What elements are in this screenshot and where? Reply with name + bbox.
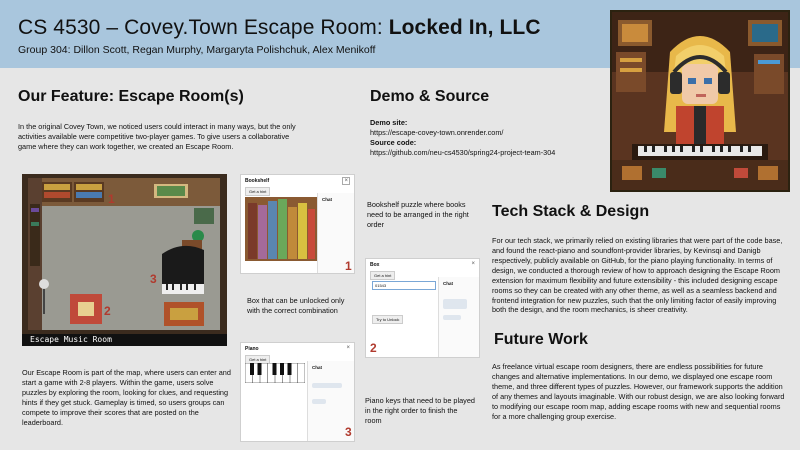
puzzle-number-2: 2 [370,341,377,355]
piano-keys-graphic [245,363,305,383]
combination-input[interactable]: 01543 [372,281,436,290]
feature-heading: Our Feature: Escape Room(s) [18,88,244,105]
future-body: As freelance virtual escape room designe… [492,362,785,421]
poster-title: CS 4530 – Covey.Town Escape Room: Locked… [18,16,541,39]
demo-links: Demo site: https://escape-covey-town.onr… [370,118,600,158]
source-code-label: Source code: [370,137,417,147]
bookshelf-puzzle-panel: Bookshelf × Get a hint Chat 1 [240,174,355,274]
close-icon[interactable]: × [342,177,350,185]
map-drawing [22,174,227,334]
bookshelf-panel-title: Bookshelf [245,178,270,184]
try-to-unlock-button[interactable]: Try to Unlock [372,315,404,324]
bookshelf-caption: Bookshelf puzzle where books need to be … [367,200,469,229]
chat-message [312,399,326,404]
map-caption: Escape Music Room [22,334,227,346]
feature-description: Our Escape Room is part of the map, wher… [22,368,231,427]
get-hint-button[interactable]: Get a hint [370,271,396,280]
tech-body: For our tech stack, we primarily relied … [492,236,783,315]
tech-heading: Tech Stack & Design [492,203,650,220]
demo-site-label: Demo site: [370,118,408,127]
pixel-art-illustration [610,10,790,192]
puzzle-number-1: 1 [345,259,352,273]
close-icon[interactable]: × [471,261,475,267]
bookshelf-graphic [245,197,317,261]
chat-title: Chat [312,365,322,370]
demo-heading: Demo & Source [370,88,490,105]
chat-message [312,383,342,388]
authors-line: Group 304: Dillon Scott, Regan Murphy, M… [18,44,376,56]
chat-message [443,299,467,309]
box-panel-title: Box [370,262,380,268]
demo-site-link[interactable]: https://escape-covey-town.onrender.com/ [370,128,600,138]
chat-panel: Chat [438,277,479,357]
close-icon[interactable]: × [346,345,350,351]
piano-panel-title: Piano [245,346,259,352]
chat-title: Chat [443,281,453,286]
box-puzzle-panel: Box × Get a hint 01543 Try to Unlock Cha… [365,258,480,358]
puzzle-number-3: 3 [345,425,352,439]
map-marker-3: 3 [150,272,157,286]
future-heading: Future Work [494,331,588,348]
map-marker-2: 2 [104,304,111,318]
source-code-link[interactable]: https://github.com/neu-cs4530/spring24-p… [370,148,600,158]
get-hint-button[interactable]: Get a hint [245,187,271,196]
escape-room-map: 1 3 2 Escape Music Room [22,174,227,346]
box-caption: Box that can be unlocked only with the c… [247,296,345,315]
chat-message [443,315,461,320]
piano-caption: Piano keys that need to be played in the… [365,396,475,425]
map-marker-1: 1 [108,192,115,206]
feature-intro: In the original Covey Town, we noticed u… [18,122,296,151]
chat-title: Chat [322,197,332,202]
piano-puzzle-panel: Piano × Get a hint Chat 3 [240,342,355,442]
